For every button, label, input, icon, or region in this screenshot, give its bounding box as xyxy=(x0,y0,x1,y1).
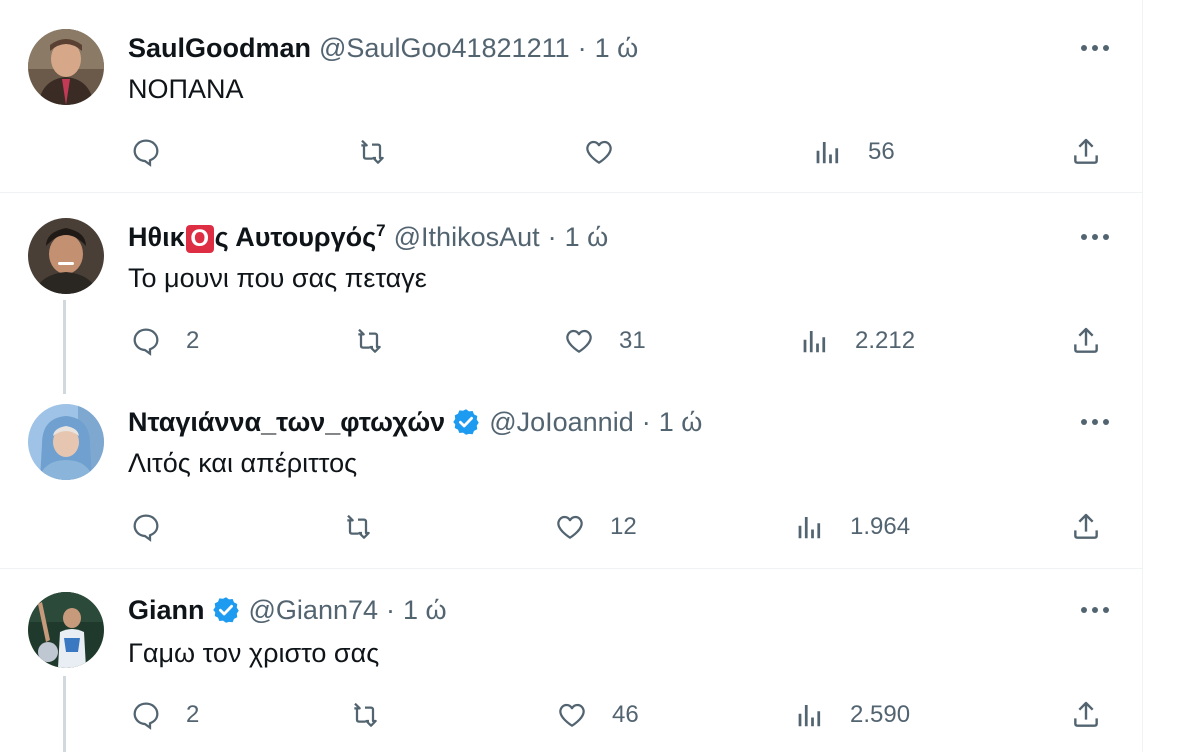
like-icon xyxy=(561,323,597,359)
verified-badge-icon xyxy=(453,409,479,435)
like-count: 46 xyxy=(612,701,639,728)
tweet-header: Giann @Giann74 · 1 ώ xyxy=(128,593,447,627)
more-options-button[interactable] xyxy=(1076,410,1114,434)
retweet-button[interactable] xyxy=(347,695,405,735)
share-button[interactable] xyxy=(1068,321,1104,361)
author-name-part: ς Αυτουργός xyxy=(214,222,377,252)
share-button[interactable] xyxy=(1068,507,1104,547)
verified-badge xyxy=(451,407,481,437)
like-count: 12 xyxy=(610,513,637,540)
more-icon xyxy=(1081,234,1109,240)
share-icon xyxy=(1068,509,1104,545)
like-count: 31 xyxy=(619,327,646,354)
retweet-button[interactable] xyxy=(351,321,409,361)
avatar[interactable] xyxy=(28,218,104,294)
views-button[interactable]: 56 xyxy=(810,132,895,172)
reply-icon xyxy=(128,509,164,545)
share-icon xyxy=(1068,697,1104,733)
retweet-icon xyxy=(347,697,383,733)
retweet-icon xyxy=(351,323,387,359)
more-icon xyxy=(1081,607,1109,613)
separator-dot: · xyxy=(386,594,396,625)
like-icon xyxy=(581,134,617,170)
views-icon xyxy=(792,697,828,733)
reply-button[interactable]: 2 xyxy=(128,695,199,735)
separator-dot: · xyxy=(577,32,587,63)
views-count: 1.964 xyxy=(850,513,911,540)
tweet-header: SaulGoodman @SaulGoo41821211 · 1 ώ xyxy=(128,31,638,65)
views-button[interactable]: 2.212 xyxy=(797,321,915,361)
tweet[interactable]: Ηθικ Oς Αυτουργός7 @IthikosAut · 1 ώ Το μ… xyxy=(0,193,1143,383)
timeline: SaulGoodman @SaulGoo41821211 · 1 ώ ΝΟΠΑΝ… xyxy=(0,0,1143,752)
retweet-button[interactable] xyxy=(354,132,412,172)
separator-dot: · xyxy=(641,406,651,437)
author-name[interactable]: Ηθικ Oς Αυτουργός7 xyxy=(128,221,386,253)
share-icon xyxy=(1068,134,1104,170)
share-button[interactable] xyxy=(1068,695,1104,735)
more-options-button[interactable] xyxy=(1076,36,1114,60)
tweet-text: Το μουνι που σας πεταγε xyxy=(128,263,427,293)
retweet-button[interactable] xyxy=(340,507,398,547)
author-handle[interactable]: @IthikosAut xyxy=(394,222,540,253)
views-icon xyxy=(797,323,833,359)
timestamp[interactable]: 1 ώ xyxy=(565,222,609,253)
tweet[interactable]: SaulGoodman @SaulGoo41821211 · 1 ώ ΝΟΠΑΝ… xyxy=(0,0,1143,192)
author-handle[interactable]: @JoIoannid xyxy=(489,407,634,438)
author-name-superscript: 7 xyxy=(376,221,386,240)
reply-count: 2 xyxy=(186,327,200,354)
reply-button[interactable]: 2 xyxy=(128,321,199,361)
reply-icon xyxy=(128,323,164,359)
like-button[interactable] xyxy=(581,132,639,172)
tweet[interactable]: Νταγιάννα_των_φτωχών @JoIoannid · 1 ώ Λι… xyxy=(0,383,1143,568)
author-handle[interactable]: @SaulGoo41821211 xyxy=(319,33,570,64)
views-icon xyxy=(810,134,846,170)
more-options-button[interactable] xyxy=(1076,598,1114,622)
share-button[interactable] xyxy=(1068,132,1104,172)
avatar[interactable] xyxy=(28,29,104,105)
tweet-header: Νταγιάννα_των_φτωχών @JoIoannid · 1 ώ xyxy=(128,405,702,439)
views-button[interactable]: 2.590 xyxy=(792,695,910,735)
reply-icon xyxy=(128,697,164,733)
avatar[interactable] xyxy=(28,404,104,480)
reply-icon xyxy=(128,134,164,170)
avatar[interactable] xyxy=(28,592,104,668)
timestamp[interactable]: 1 ώ xyxy=(595,33,639,64)
author-handle[interactable]: @Giann74 xyxy=(249,595,379,626)
views-count: 2.590 xyxy=(850,701,911,728)
author-name[interactable]: SaulGoodman xyxy=(128,33,311,64)
tweet-text: ΝΟΠΑΝΑ xyxy=(128,74,244,104)
views-count: 56 xyxy=(868,138,895,165)
verified-badge-icon xyxy=(212,597,239,623)
separator-dot: · xyxy=(547,221,557,252)
more-options-button[interactable] xyxy=(1076,225,1114,249)
reply-count: 2 xyxy=(186,701,200,728)
author-name[interactable]: Giann xyxy=(128,595,205,626)
retweet-icon xyxy=(354,134,390,170)
like-button[interactable]: 12 xyxy=(552,507,637,547)
share-icon xyxy=(1068,323,1104,359)
author-name-part: Ηθικ xyxy=(128,222,185,252)
views-icon xyxy=(792,509,828,545)
like-button[interactable]: 46 xyxy=(554,695,639,735)
more-icon xyxy=(1081,45,1109,51)
author-name[interactable]: Νταγιάννα_των_φτωχών xyxy=(128,407,445,438)
like-icon xyxy=(554,697,590,733)
name-emoji-badge: O xyxy=(185,224,214,253)
tweet-text: Λιτός και απέριττος xyxy=(128,448,358,478)
tweet-text: Γαμω τον χριστο σας xyxy=(128,638,380,668)
tweet[interactable]: Giann @Giann74 · 1 ώ Γαμω τον χριστο σας… xyxy=(0,569,1143,752)
verified-badge xyxy=(211,595,241,625)
views-count: 2.212 xyxy=(855,327,916,354)
timestamp[interactable]: 1 ώ xyxy=(659,407,703,438)
like-icon xyxy=(552,509,588,545)
like-button[interactable]: 31 xyxy=(561,321,646,361)
reply-button[interactable] xyxy=(128,507,186,547)
retweet-icon xyxy=(340,509,376,545)
tweet-header: Ηθικ Oς Αυτουργός7 @IthikosAut · 1 ώ xyxy=(128,220,608,254)
views-button[interactable]: 1.964 xyxy=(792,507,910,547)
timestamp[interactable]: 1 ώ xyxy=(403,595,447,626)
more-icon xyxy=(1081,419,1109,425)
reply-button[interactable] xyxy=(128,132,186,172)
